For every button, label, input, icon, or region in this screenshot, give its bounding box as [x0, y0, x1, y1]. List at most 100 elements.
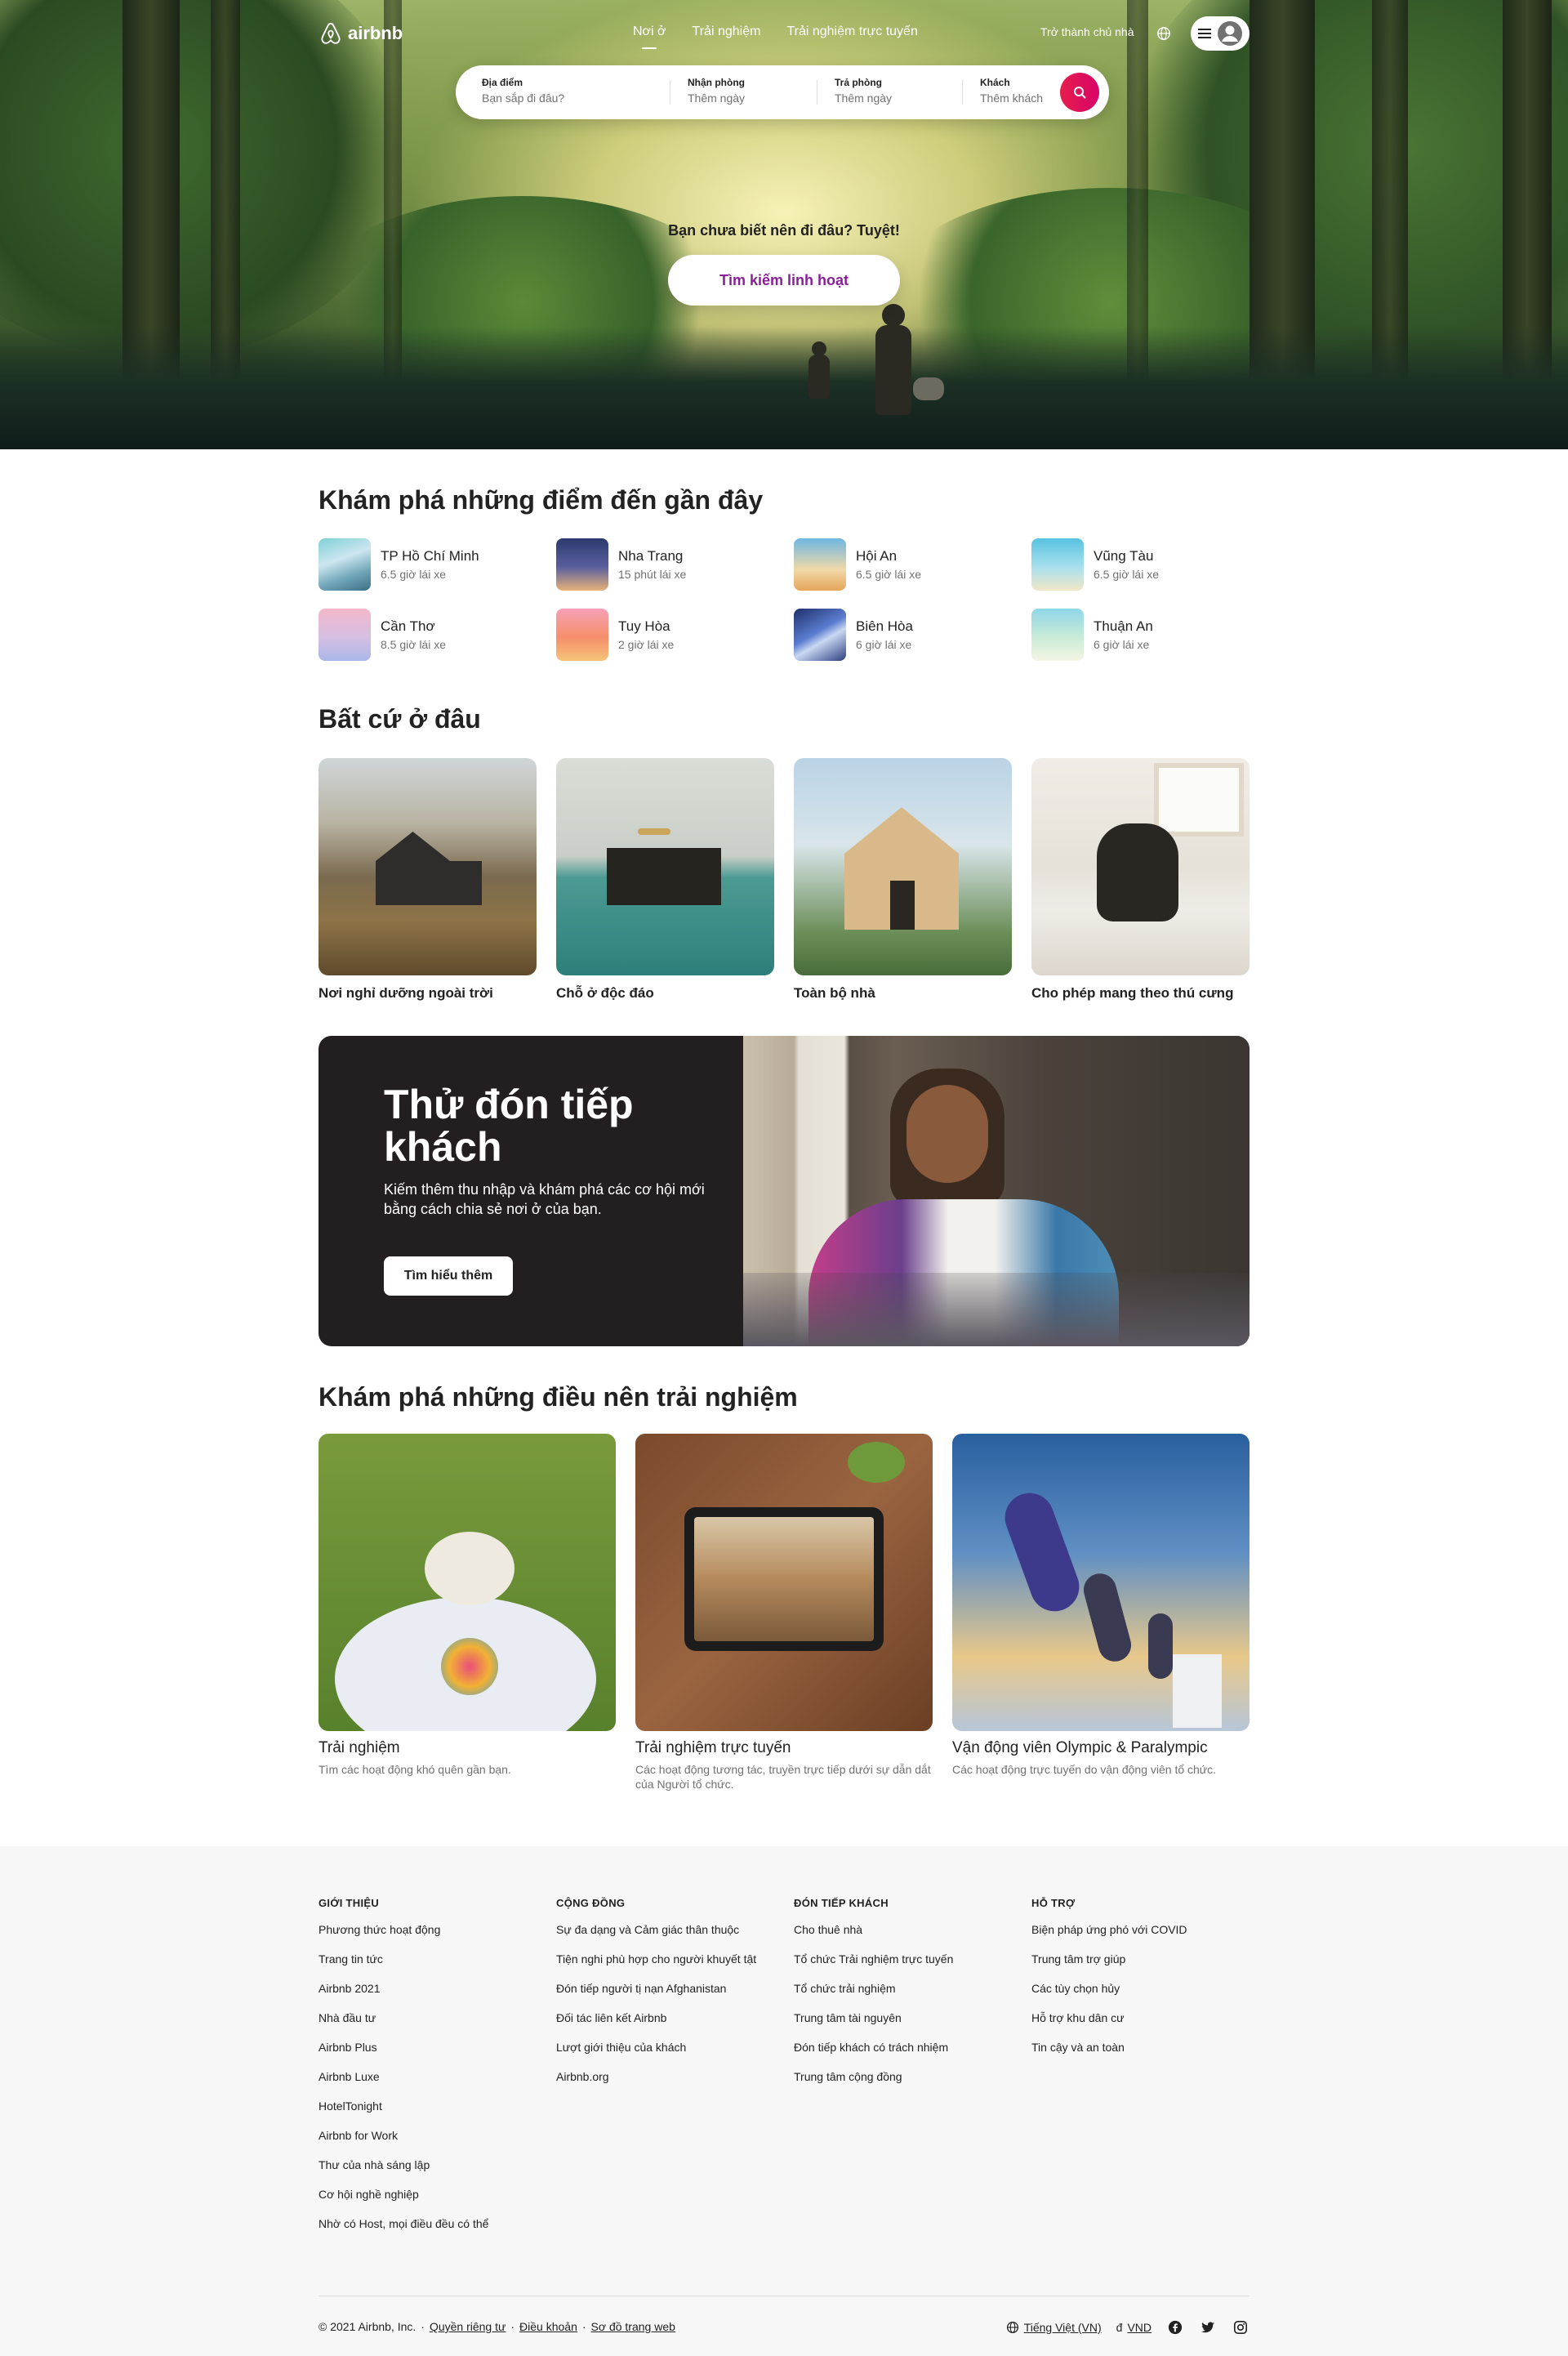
nearby-item[interactable]: Cần Thơ 8.5 giờ lái xe [318, 608, 556, 662]
user-avatar-icon [1218, 21, 1242, 46]
category-label: Nơi nghỉ dưỡng ngoài trời [318, 985, 493, 1001]
sitemap-link[interactable]: Sơ đồ trang web [591, 2320, 675, 2333]
footer-link[interactable]: Tiện nghi phù hợp cho người khuyết tật [556, 1952, 794, 1981]
nearby-item[interactable]: Biên Hòa 6 giờ lái xe [794, 608, 1031, 662]
footer-link[interactable]: Các tùy chọn hủy [1031, 1981, 1269, 2010]
experience-image [952, 1434, 1250, 1731]
airbnb-logo[interactable]: airbnb [318, 21, 403, 46]
footer-link[interactable]: Hỗ trợ khu dân cư [1031, 2010, 1269, 2040]
footer-link[interactable]: Airbnb for Work [318, 2128, 556, 2157]
separator: · [421, 2320, 425, 2333]
footer-link[interactable]: HotelTonight [318, 2099, 556, 2128]
category-card[interactable]: Cho phép mang theo thú cưng [1031, 758, 1250, 1002]
footer-heading: CỘNG ĐỒNG [556, 1897, 626, 1909]
footer-link[interactable]: Cho thuê nhà [794, 1922, 1031, 1952]
category-card[interactable]: Toàn bộ nhà [794, 758, 1012, 1002]
footer-link[interactable]: Đón tiếp khách có trách nhiệm [794, 2040, 1031, 2069]
footer-link[interactable]: Trang tin tức [318, 1952, 556, 1981]
footer-link[interactable]: Trung tâm cộng đồng [794, 2069, 1031, 2099]
footer-legal: © 2021 Airbnb, Inc. · Quyền riêng tư · Đ… [318, 2320, 675, 2333]
facebook-link[interactable] [1166, 2318, 1184, 2336]
footer-link[interactable]: Biện pháp ứng phó với COVID [1031, 1922, 1269, 1952]
experience-subtitle: Các hoạt động tương tác, truyền trực tiế… [635, 1763, 931, 1791]
search-button[interactable] [1060, 73, 1099, 112]
nearby-section-title: Khám phá những điểm đến gần đây [318, 485, 764, 515]
footer-link[interactable]: Airbnb 2021 [318, 1981, 556, 2010]
footer-columns: GIỚI THIỆU Phương thức hoạt động Trang t… [318, 1897, 1269, 2246]
nearby-thumbnail [318, 609, 371, 661]
nearby-item[interactable]: Vũng Tàu 6.5 giờ lái xe [1031, 538, 1269, 591]
search-field-checkin[interactable]: Nhận phòng Thêm ngày [688, 77, 745, 105]
instagram-link[interactable] [1232, 2318, 1250, 2336]
currency-selector[interactable]: đ VND [1116, 2321, 1152, 2334]
footer-link[interactable]: Nhà đầu tư [318, 2010, 556, 2040]
host-banner-title: Thử đón tiếp khách [384, 1082, 634, 1170]
experience-card[interactable]: Vận động viên Olympic & Paralympic Các h… [952, 1434, 1250, 1792]
checkout-label: Trả phòng [835, 77, 882, 88]
instagram-icon [1233, 2320, 1248, 2335]
hero-prompt: Bạn chưa biết nên đi đâu? Tuyệt! [668, 222, 900, 239]
nearby-thumbnail [556, 538, 608, 591]
nearby-name: Thuận An [1094, 618, 1153, 634]
footer-link[interactable]: Airbnb Luxe [318, 2069, 556, 2099]
nearby-item[interactable]: Tuy Hòa 2 giờ lái xe [556, 608, 794, 662]
nearby-item[interactable]: Nha Trang 15 phút lái xe [556, 538, 794, 591]
footer-link[interactable]: Airbnb Plus [318, 2040, 556, 2069]
footer-link[interactable]: Phương thức hoạt động [318, 1922, 556, 1952]
footer-link[interactable]: Tổ chức Trải nghiệm trực tuyến [794, 1952, 1031, 1981]
tab-stays[interactable]: Nơi ở [633, 25, 666, 49]
footer-column-community: CỘNG ĐỒNG Sự đa dạng và Cảm giác thân th… [556, 1897, 794, 2246]
learn-more-button[interactable]: Tìm hiểu thêm [384, 1256, 513, 1296]
experience-card[interactable]: Trải nghiệm trực tuyến Các hoạt động tươ… [635, 1434, 933, 1792]
nearby-name: Tuy Hòa [618, 618, 670, 634]
footer-link[interactable]: Tổ chức trải nghiệm [794, 1981, 1031, 2010]
terms-link[interactable]: Điều khoản [519, 2320, 577, 2333]
host-photo [743, 1036, 1250, 1346]
nearby-item[interactable]: TP Hồ Chí Minh 6.5 giờ lái xe [318, 538, 556, 591]
twitter-icon [1200, 2322, 1215, 2333]
footer-link[interactable]: Cơ hội nghề nghiệp [318, 2187, 556, 2216]
category-card[interactable]: Chỗ ở độc đáo [556, 758, 774, 1002]
user-menu-button[interactable] [1191, 16, 1250, 51]
guests-placeholder: Thêm khách [980, 91, 1044, 105]
privacy-link[interactable]: Quyền riêng tư [430, 2320, 506, 2333]
category-image [556, 758, 774, 975]
nearby-item[interactable]: Hội An 6.5 giờ lái xe [794, 538, 1031, 591]
host-banner-description: Kiếm thêm thu nhập và khám phá các cơ hộ… [384, 1181, 705, 1217]
footer-link[interactable]: Tin cậy và an toàn [1031, 2040, 1269, 2069]
nearby-thumbnail [318, 538, 371, 591]
footer-link[interactable]: Đối tác liên kết Airbnb [556, 2010, 794, 2040]
location-placeholder: Bạn sắp đi đâu? [482, 91, 565, 105]
top-navbar: airbnb Nơi ở Trải nghiệm Trải nghiệm trự… [318, 16, 1250, 52]
category-card[interactable]: Nơi nghỉ dưỡng ngoài trời [318, 758, 537, 1002]
footer-link[interactable]: Trung tâm tài nguyên [794, 2010, 1031, 2040]
globe-icon [1006, 2321, 1018, 2334]
category-label: Cho phép mang theo thú cưng [1031, 985, 1234, 1001]
footer-link[interactable]: Thư của nhà sáng lập [318, 2157, 556, 2187]
guests-label: Khách [980, 77, 1010, 88]
search-field-checkout[interactable]: Trả phòng Thêm ngày [835, 77, 892, 105]
become-host-link[interactable]: Trở thành chủ nhà [1040, 25, 1134, 38]
tab-online-experiences[interactable]: Trải nghiệm trực tuyến [786, 25, 917, 39]
nearby-destinations: TP Hồ Chí Minh 6.5 giờ lái xe Nha Trang 15… [318, 538, 1250, 662]
logo-text: airbnb [348, 23, 403, 43]
search-field-location[interactable]: Địa điểm Bạn sắp đi đâu? [482, 77, 564, 105]
footer-link[interactable]: Sự đa dạng và Cảm giác thân thuộc [556, 1922, 794, 1952]
language-label: Tiếng Việt (VN) [1023, 2321, 1102, 2334]
twitter-link[interactable] [1199, 2318, 1217, 2336]
search-field-guests[interactable]: Khách Thêm khách [980, 77, 1043, 105]
footer-link[interactable]: Airbnb.org [556, 2069, 794, 2099]
experience-subtitle: Tìm các hoạt động khó quên gần bạn. [318, 1763, 511, 1776]
footer-link[interactable]: Đón tiếp người tị nạn Afghanistan [556, 1981, 794, 2010]
nearby-drive-time: 6.5 giờ lái xe [381, 568, 447, 581]
currency-symbol: đ [1116, 2321, 1123, 2334]
nearby-item[interactable]: Thuận An 6 giờ lái xe [1031, 608, 1269, 662]
experience-card[interactable]: Trải nghiệm Tìm các hoạt động khó quên g… [318, 1434, 616, 1792]
footer-link[interactable]: Nhờ có Host, mọi điều đều có thể [318, 2216, 556, 2246]
flexible-search-button[interactable]: Tìm kiếm linh hoạt [668, 255, 900, 306]
footer-link[interactable]: Lượt giới thiệu của khách [556, 2040, 794, 2069]
footer-link[interactable]: Trung tâm trợ giúp [1031, 1952, 1269, 1981]
language-button[interactable] [1153, 23, 1174, 44]
language-selector[interactable]: Tiếng Việt (VN) [1006, 2321, 1102, 2334]
tab-experiences[interactable]: Trải nghiệm [693, 25, 761, 39]
